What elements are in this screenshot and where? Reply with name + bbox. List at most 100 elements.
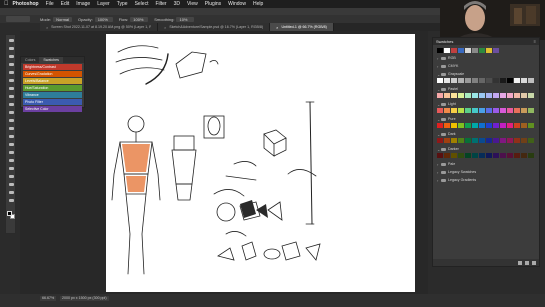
swatch[interactable] — [479, 123, 485, 128]
swatch[interactable] — [479, 93, 485, 98]
swatch[interactable] — [521, 153, 527, 158]
swatch[interactable] — [465, 48, 471, 53]
swatch[interactable] — [507, 138, 513, 143]
swatch[interactable] — [507, 123, 513, 128]
swatch[interactable] — [458, 153, 464, 158]
swatch[interactable] — [465, 108, 471, 113]
swatch[interactable] — [507, 153, 513, 158]
menu-select[interactable]: Select — [135, 0, 149, 8]
swatch-folder[interactable]: › RGB — [437, 55, 539, 61]
swatch[interactable] — [451, 138, 457, 143]
menu-window[interactable]: Window — [228, 0, 246, 8]
swatch-folder[interactable]: ⌄ Dark — [437, 131, 539, 137]
swatch-folder[interactable]: › Legacy Gradients — [437, 177, 539, 183]
swatch[interactable] — [451, 48, 457, 53]
pen-tool[interactable] — [7, 157, 16, 163]
gradient-tool[interactable] — [7, 133, 16, 139]
swatch[interactable] — [528, 93, 534, 98]
swatch[interactable] — [493, 108, 499, 113]
swatch[interactable] — [493, 153, 499, 158]
document-canvas[interactable] — [106, 34, 415, 292]
swatch[interactable] — [472, 93, 478, 98]
swatch[interactable] — [444, 78, 450, 83]
menu-type[interactable]: Type — [117, 0, 128, 8]
swatch[interactable] — [521, 78, 527, 83]
swatch[interactable] — [458, 48, 464, 53]
history-brush-tool[interactable] — [7, 117, 16, 123]
opacity-field[interactable]: 100% — [94, 16, 113, 22]
swatch[interactable] — [500, 138, 506, 143]
list-item[interactable]: Curves/Gradation — [23, 71, 82, 77]
swatch[interactable] — [500, 108, 506, 113]
tab-sketch-sample[interactable]: × Sketch&Adventure/Sample.psd @ 16.7% (L… — [158, 23, 271, 31]
menu-photoshop[interactable]: Photoshop — [13, 0, 39, 8]
apple-icon[interactable]:  — [4, 0, 9, 8]
swatch[interactable] — [437, 138, 443, 143]
menu-file[interactable]: File — [46, 0, 54, 8]
close-icon[interactable]: × — [46, 25, 48, 30]
swatch[interactable] — [507, 108, 513, 113]
opacity-control[interactable]: Opacity: 100% — [78, 16, 113, 22]
mode-select[interactable]: Normal — [53, 16, 73, 22]
swatch[interactable] — [479, 78, 485, 83]
swatch[interactable] — [472, 138, 478, 143]
smoothing-field[interactable]: 10% — [176, 16, 195, 22]
object-select-tool[interactable] — [7, 61, 16, 67]
flow-control[interactable]: Flow: 100% — [119, 16, 149, 22]
swatch[interactable] — [444, 153, 450, 158]
swatch-folder[interactable]: › Pale — [437, 161, 539, 167]
move-tool[interactable] — [7, 37, 16, 43]
trash-icon[interactable] — [532, 260, 536, 265]
swatch[interactable] — [514, 123, 520, 128]
rectangle-tool[interactable] — [7, 181, 16, 187]
swatch-folder[interactable]: ⌄ Darker — [437, 146, 539, 152]
zoom-tool[interactable] — [7, 197, 16, 203]
swatch[interactable] — [528, 138, 534, 143]
swatch[interactable] — [437, 153, 443, 158]
swatch[interactable] — [458, 123, 464, 128]
swatch[interactable] — [465, 138, 471, 143]
swatch[interactable] — [465, 78, 471, 83]
swatch[interactable] — [486, 153, 492, 158]
swatch[interactable] — [437, 108, 443, 113]
swatch-folder[interactable]: ⌄ Pastel — [437, 86, 539, 92]
close-icon[interactable]: × — [164, 25, 166, 30]
menu-3d[interactable]: 3D — [174, 0, 180, 8]
swatch[interactable] — [479, 108, 485, 113]
zoom-level[interactable]: 66.67% — [40, 296, 57, 301]
swatch[interactable] — [479, 153, 485, 158]
list-item[interactable]: Vibrance — [23, 92, 82, 98]
swatch-folder[interactable]: ⌄ Grayscale — [437, 71, 539, 77]
swatch[interactable] — [500, 153, 506, 158]
list-item[interactable]: Hue/Saturation — [23, 85, 82, 91]
swatch[interactable] — [437, 48, 443, 53]
smoothing-control[interactable]: Smoothing: 10% — [154, 16, 195, 22]
list-item[interactable]: Brightness/Contrast — [23, 64, 82, 70]
swatch[interactable] — [472, 108, 478, 113]
swatch[interactable] — [500, 123, 506, 128]
list-item[interactable]: Selective Color — [23, 106, 82, 112]
brush-tool[interactable] — [7, 101, 16, 107]
swatch[interactable] — [514, 78, 520, 83]
swatch[interactable] — [514, 93, 520, 98]
swatch[interactable] — [444, 93, 450, 98]
menu-filter[interactable]: Filter — [155, 0, 166, 8]
menu-image[interactable]: Image — [76, 0, 90, 8]
clone-stamp-tool[interactable] — [7, 109, 16, 115]
swatch[interactable] — [514, 108, 520, 113]
swatch[interactable] — [521, 138, 527, 143]
list-item[interactable]: Levels/Balance — [23, 78, 82, 84]
eyedropper-tool[interactable] — [7, 85, 16, 91]
menu-layer[interactable]: Layer — [97, 0, 110, 8]
swatch[interactable] — [521, 123, 527, 128]
tab-swatches[interactable]: Swatches — [39, 57, 63, 63]
swatch[interactable] — [472, 78, 478, 83]
swatch[interactable] — [500, 93, 506, 98]
swatch[interactable] — [486, 78, 492, 83]
swatch[interactable] — [507, 78, 513, 83]
swatch[interactable] — [444, 48, 450, 53]
close-icon[interactable]: × — [276, 25, 278, 30]
swatch[interactable] — [472, 123, 478, 128]
flow-field[interactable]: 100% — [130, 16, 149, 22]
menu-help[interactable]: Help — [253, 0, 263, 8]
